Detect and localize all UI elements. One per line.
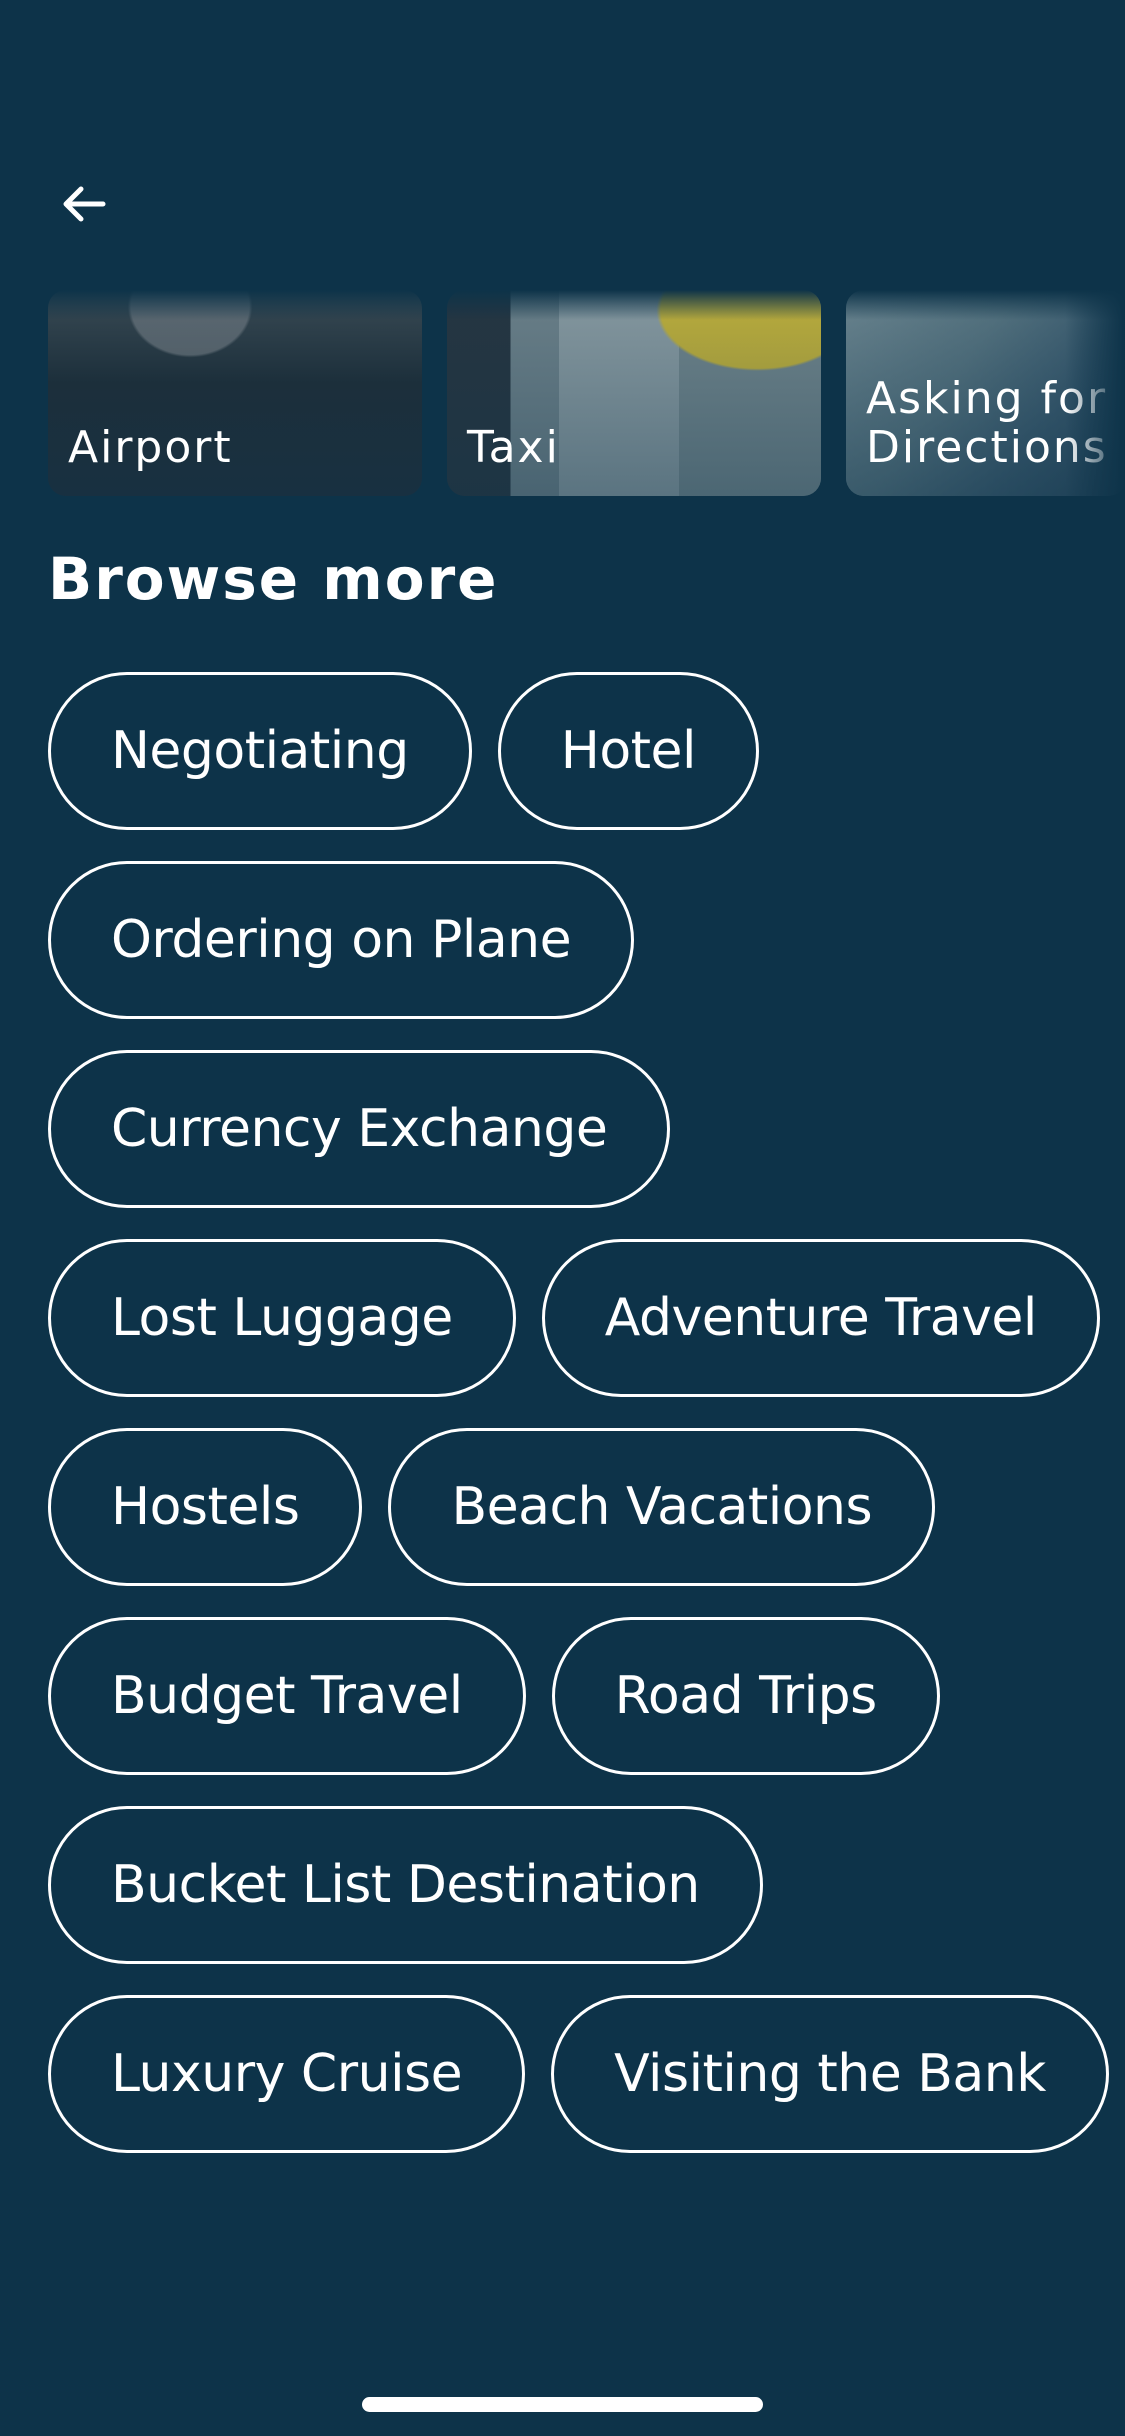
home-indicator[interactable] <box>362 2397 763 2412</box>
chip-adventure-travel[interactable]: Adventure Travel <box>541 1239 1100 1397</box>
chip-row: Negotiating Hotel <box>48 672 1088 830</box>
chip-row: Luxury Cruise Visiting the Bank <box>48 1995 1109 2153</box>
chip-ordering-on-plane[interactable]: Ordering on Plane <box>48 861 635 1019</box>
chip-visiting-the-bank[interactable]: Visiting the Bank <box>551 1995 1109 2153</box>
chip-budget-travel[interactable]: Budget Travel <box>48 1617 526 1775</box>
chip-row: Ordering on Plane <box>48 861 1088 1019</box>
chip-bucket-list-destination[interactable]: Bucket List Destination <box>48 1806 763 1964</box>
chip-lost-luggage[interactable]: Lost Luggage <box>48 1239 516 1397</box>
chip-road-trips[interactable]: Road Trips <box>551 1617 940 1775</box>
browse-chips: Negotiating Hotel Ordering on Plane Curr… <box>48 672 1109 2184</box>
topic-card-label: Airport <box>68 421 233 473</box>
chip-negotiating[interactable]: Negotiating <box>48 672 472 830</box>
chip-row: Lost Luggage Adventure Travel <box>48 1239 1100 1397</box>
chip-row: Budget Travel Road Trips <box>48 1617 1088 1775</box>
topic-carousel[interactable]: Airport Taxi Asking for Directions <box>48 290 1125 498</box>
chip-hotel[interactable]: Hotel <box>497 672 759 830</box>
chip-luxury-cruise[interactable]: Luxury Cruise <box>48 1995 526 2153</box>
chip-beach-vacations[interactable]: Beach Vacations <box>388 1428 936 1586</box>
chip-row: Currency Exchange <box>48 1050 1088 1208</box>
back-button[interactable] <box>48 168 120 240</box>
section-title: Browse more <box>48 545 499 613</box>
arrow-left-icon <box>63 186 106 222</box>
chip-row: Hostels Beach Vacations <box>48 1428 1088 1586</box>
topic-card-asking-for-directions[interactable]: Asking for Directions <box>846 290 1125 496</box>
chip-currency-exchange[interactable]: Currency Exchange <box>48 1050 671 1208</box>
topic-card-taxi[interactable]: Taxi <box>447 290 821 496</box>
chip-hostels[interactable]: Hostels <box>48 1428 363 1586</box>
topic-card-label: Taxi <box>467 421 560 473</box>
chip-row: Bucket List Destination <box>48 1806 1088 1964</box>
topic-card-airport[interactable]: Airport <box>48 290 422 496</box>
topic-card-label: Asking for Directions <box>866 373 1108 473</box>
